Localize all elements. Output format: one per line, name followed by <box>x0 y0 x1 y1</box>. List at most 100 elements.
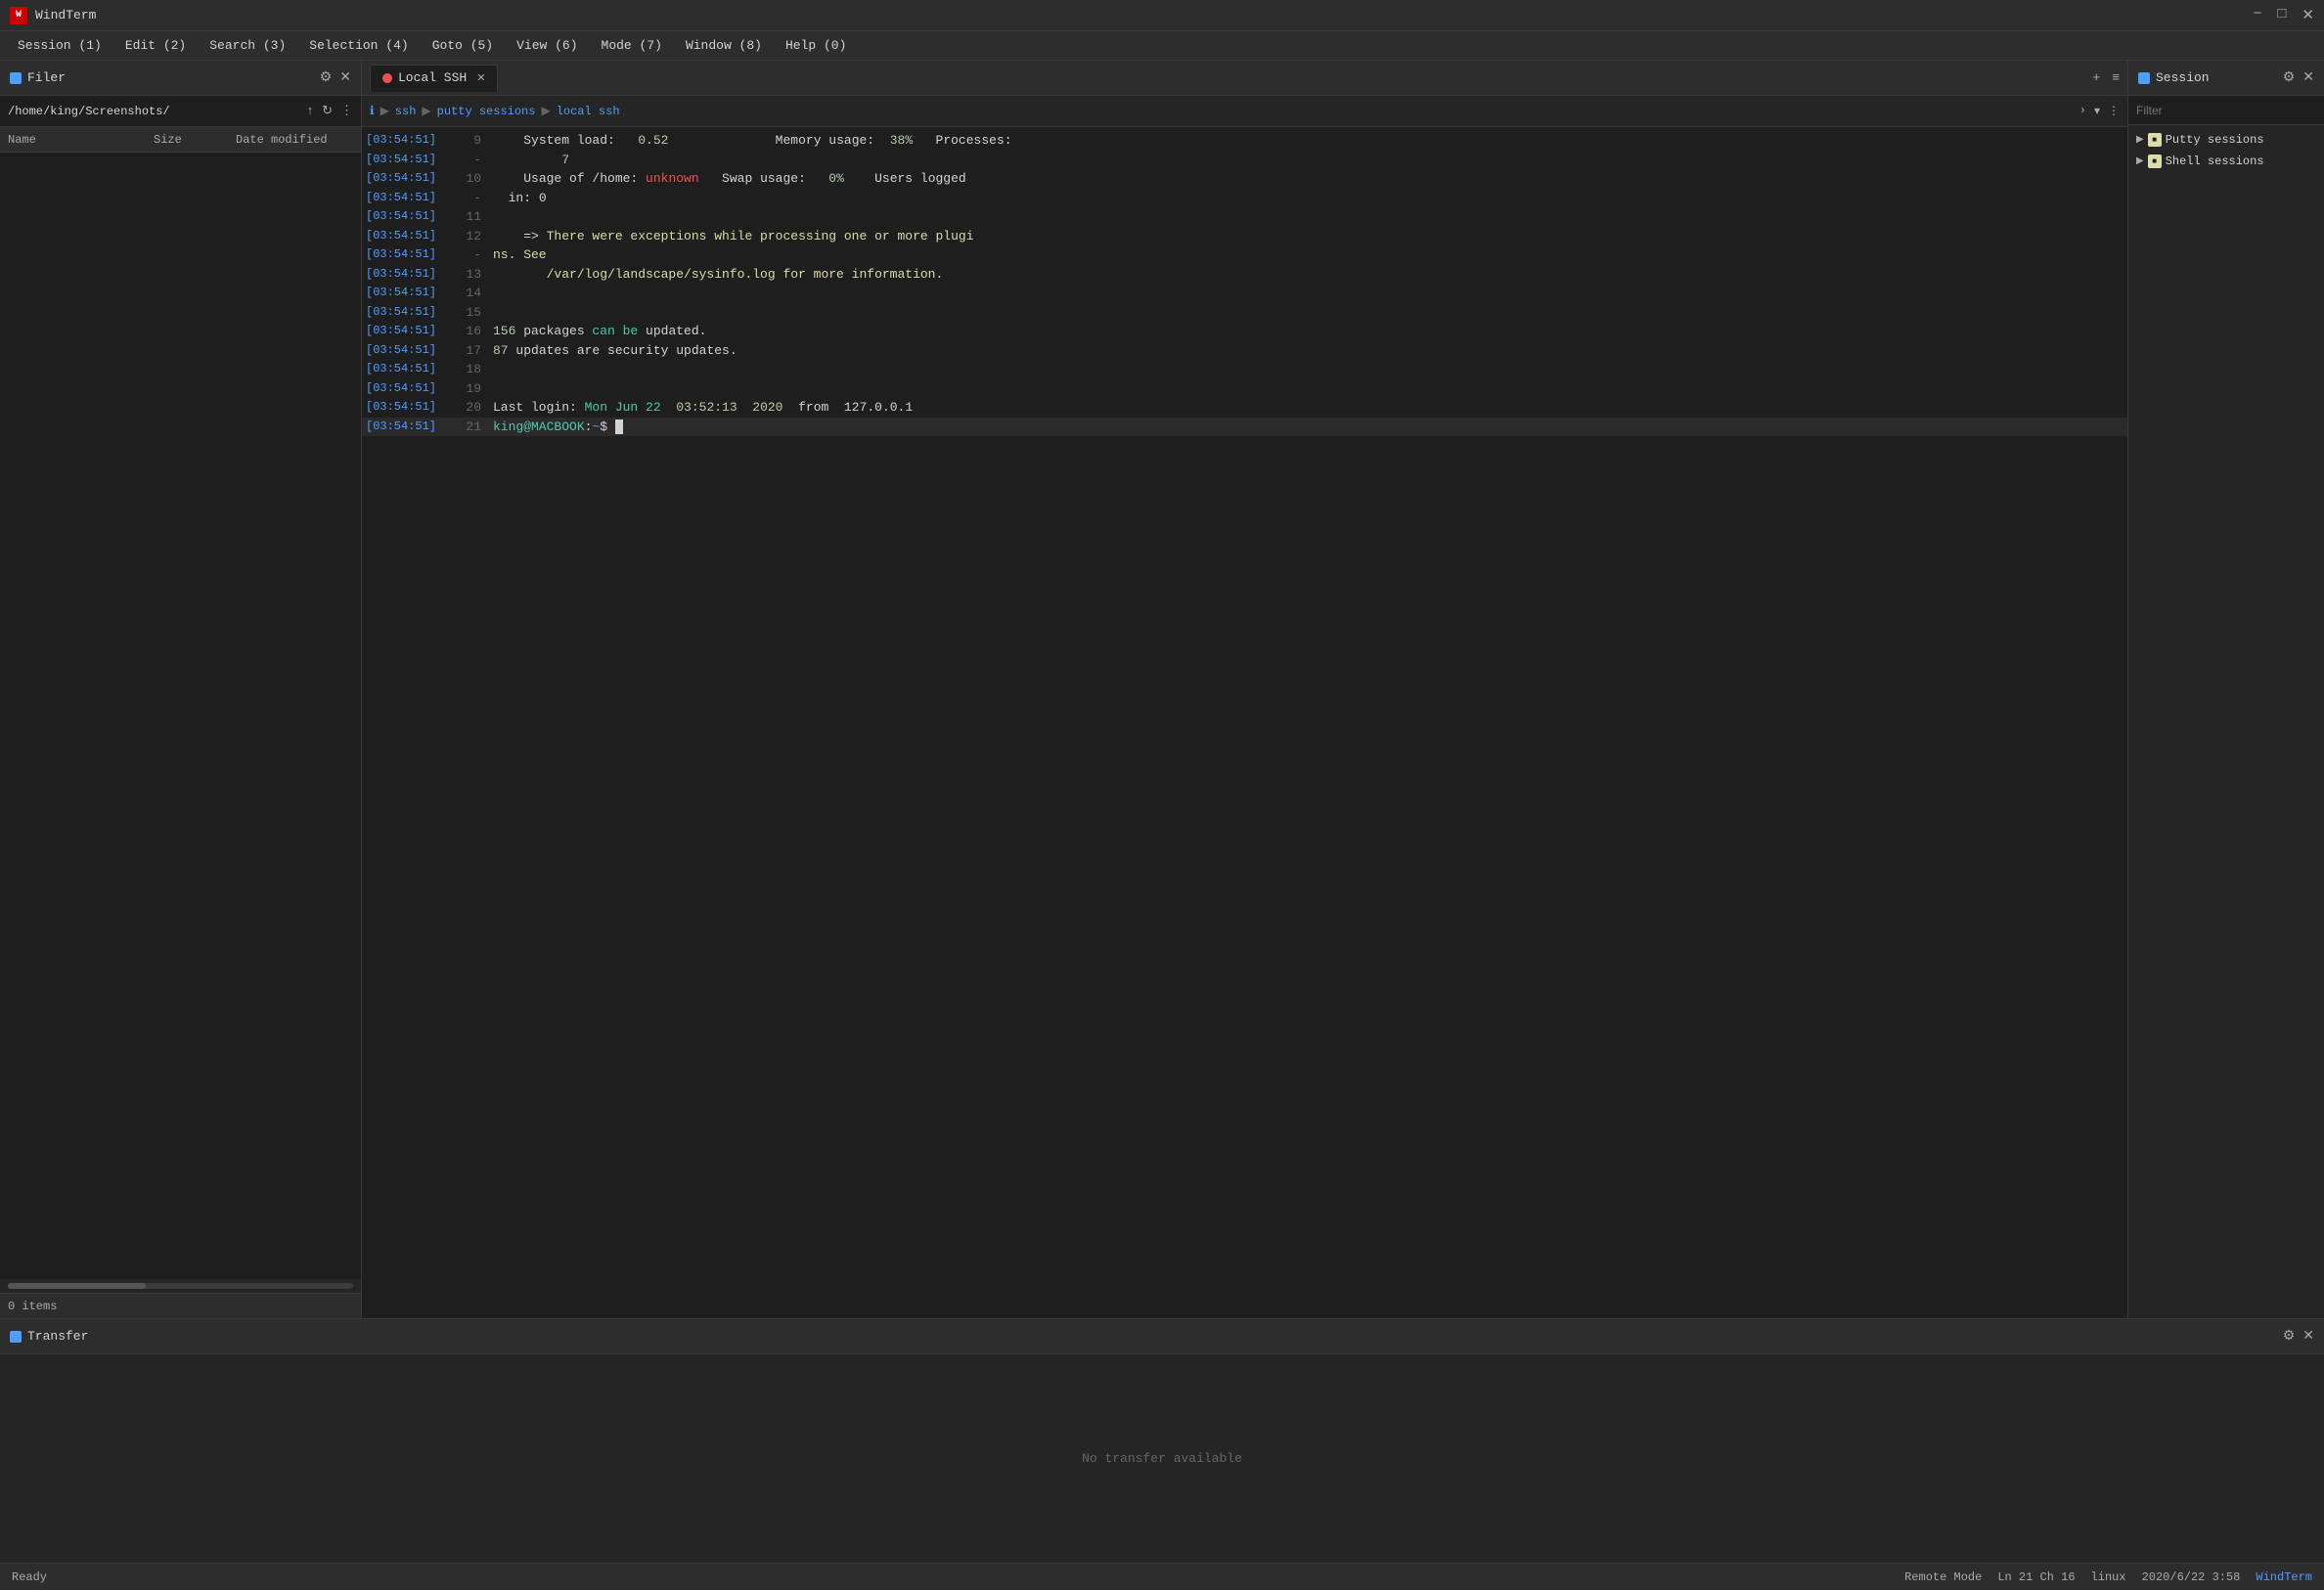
line-num: 19 <box>454 379 493 399</box>
filer-up-icon[interactable]: ↑ <box>306 104 314 118</box>
session-indicator <box>2138 72 2150 84</box>
line-content: 7 <box>493 151 2123 170</box>
terminal-tab-menu-icon[interactable]: ≡ <box>2112 70 2120 85</box>
line-content: ns. See <box>493 245 2123 265</box>
filer-settings-icon[interactable]: ⚙ <box>320 69 333 86</box>
app-icon: W <box>10 7 27 24</box>
transfer-settings-icon[interactable]: ⚙ <box>2283 1328 2296 1345</box>
close-button[interactable]: ✕ <box>2302 6 2314 24</box>
menu-item-goto(5)[interactable]: Goto (5) <box>423 34 503 57</box>
transfer-close-icon[interactable]: ✕ <box>2302 1328 2314 1345</box>
terminal-content[interactable]: [03:54:51] 9 System load: 0.52 Memory usa… <box>362 127 2127 440</box>
col-date-header[interactable]: Date modified <box>236 133 353 147</box>
breadcrumb-putty[interactable]: putty sessions <box>437 105 536 118</box>
line-content: /var/log/landscape/sysinfo.log for more … <box>493 265 2123 285</box>
line-time: [03:54:51] <box>366 189 454 206</box>
filer-header: Filer ⚙ ✕ <box>0 61 361 96</box>
line-num: 12 <box>454 227 493 246</box>
line-num: 16 <box>454 322 493 341</box>
line-time: [03:54:51] <box>366 341 454 359</box>
status-brand: WindTerm <box>2256 1570 2312 1584</box>
status-position: Ln 21 Ch 16 <box>1997 1570 2075 1584</box>
terminal-new-tab-icon[interactable]: + <box>2092 70 2100 85</box>
terminal-tab-label: Local SSH <box>398 70 467 85</box>
status-bar: Ready Remote Mode Ln 21 Ch 16 linux 2020… <box>0 1563 2324 1590</box>
session-filter-input[interactable] <box>2136 104 2316 117</box>
line-time: [03:54:51] <box>366 245 454 263</box>
breadcrumb-sep-2: ▶ <box>541 104 550 118</box>
terminal-line-14: [03:54:51]20Last login: Mon Jun 22 03:52… <box>362 398 2127 418</box>
line-time: [03:54:51] <box>366 227 454 244</box>
filer-scrollbar[interactable] <box>8 1283 353 1289</box>
transfer-indicator <box>10 1331 22 1343</box>
terminal-tab-local-ssh[interactable]: Local SSH ✕ <box>370 65 498 92</box>
breadcrumb-forward-icon[interactable]: › <box>2079 104 2086 118</box>
filer-close-icon[interactable]: ✕ <box>339 69 351 86</box>
session-settings-icon[interactable]: ⚙ <box>2283 69 2296 86</box>
minimize-button[interactable]: − <box>2253 6 2261 24</box>
line-content: System load: 0.52 Memory usage: 38% Proc… <box>493 131 2123 151</box>
terminal-line-12: [03:54:51]18 <box>362 360 2127 379</box>
breadcrumb-menu-icon[interactable]: ⋮ <box>2108 104 2120 118</box>
line-num: 11 <box>454 207 493 227</box>
line-num: 17 <box>454 341 493 361</box>
line-num: 21 <box>454 418 493 437</box>
line-num: 13 <box>454 265 493 285</box>
line-content: 156 packages can be updated. <box>493 322 2123 341</box>
col-name-header[interactable]: Name <box>8 133 150 147</box>
line-num: 10 <box>454 169 493 189</box>
menu-item-search(3)[interactable]: Search (3) <box>200 34 295 57</box>
col-size-header[interactable]: Size <box>154 133 232 147</box>
menu-bar: Session (1)Edit (2)Search (3)Selection (… <box>0 31 2324 61</box>
session-filter-bar[interactable] <box>2128 96 2324 125</box>
line-content: king@MACBOOK:~$ <box>493 418 2123 437</box>
line-content: Usage of /home: unknown Swap usage: 0% U… <box>493 169 2123 189</box>
menu-item-selection(4)[interactable]: Selection (4) <box>299 34 418 57</box>
session-tree-putty[interactable]: ▶ ■ Putty sessions <box>2128 129 2324 151</box>
line-time: [03:54:51] <box>366 284 454 301</box>
filer-menu-icon[interactable]: ⋮ <box>340 104 353 118</box>
line-time: [03:54:51] <box>366 360 454 377</box>
breadcrumb-icon: ℹ <box>370 104 375 118</box>
maximize-button[interactable]: □ <box>2277 6 2286 24</box>
menu-item-help(0)[interactable]: Help (0) <box>776 34 856 57</box>
transfer-panel: Transfer ⚙ ✕ No transfer available <box>0 1318 2324 1563</box>
session-tree-shell[interactable]: ▶ ■ Shell sessions <box>2128 151 2324 172</box>
line-num: 14 <box>454 284 493 303</box>
filer-header-controls: ⚙ ✕ <box>320 69 351 86</box>
line-num: - <box>454 151 493 170</box>
session-putty-label: Putty sessions <box>2166 133 2264 147</box>
terminal-line-1: [03:54:51]- 7 <box>362 151 2127 170</box>
line-time: [03:54:51] <box>366 303 454 321</box>
transfer-header-controls: ⚙ ✕ <box>2283 1328 2314 1345</box>
menu-item-session(1)[interactable]: Session (1) <box>8 34 112 57</box>
terminal-line-13: [03:54:51]19 <box>362 379 2127 399</box>
status-remote-mode: Remote Mode <box>1904 1570 1982 1584</box>
breadcrumb-ssh[interactable]: ssh <box>395 105 417 118</box>
breadcrumb-local-ssh[interactable]: local ssh <box>557 105 620 118</box>
breadcrumb-expand-icon[interactable]: ▾ <box>2094 104 2100 118</box>
menu-item-window(8)[interactable]: Window (8) <box>676 34 772 57</box>
chevron-icon: ▶ <box>2136 134 2144 146</box>
app-title: WindTerm <box>35 8 2253 22</box>
transfer-empty-text: No transfer available <box>1082 1451 1242 1466</box>
line-num: 9 <box>454 131 493 151</box>
transfer-header: Transfer ⚙ ✕ <box>0 1319 2324 1354</box>
session-close-icon[interactable]: ✕ <box>2302 69 2314 86</box>
menu-item-edit(2)[interactable]: Edit (2) <box>115 34 196 57</box>
chevron-icon-2: ▶ <box>2136 155 2144 167</box>
folder-icon: ■ <box>2148 133 2162 147</box>
session-tree: ▶ ■ Putty sessions ▶ ■ Shell sessions <box>2128 125 2324 1318</box>
terminal-line-15: [03:54:51]21king@MACBOOK:~$ <box>362 418 2127 437</box>
transfer-content: No transfer available <box>0 1354 2324 1563</box>
menu-item-mode(7)[interactable]: Mode (7) <box>592 34 672 57</box>
terminal-line-3: [03:54:51]- in: 0 <box>362 189 2127 208</box>
terminal-breadcrumb: ℹ ▶ ssh ▶ putty sessions ▶ local ssh › ▾… <box>362 96 2127 127</box>
filer-path-bar: /home/king/Screenshots/ ↑ ↻ ⋮ <box>0 96 361 127</box>
filer-scrollbar-thumb[interactable] <box>8 1283 146 1289</box>
filer-item-count: 0 items <box>8 1300 57 1313</box>
filer-refresh-icon[interactable]: ↻ <box>322 104 333 118</box>
transfer-title: Transfer <box>27 1329 2277 1344</box>
menu-item-view(6)[interactable]: View (6) <box>507 34 587 57</box>
terminal-tab-close[interactable]: ✕ <box>476 71 485 85</box>
